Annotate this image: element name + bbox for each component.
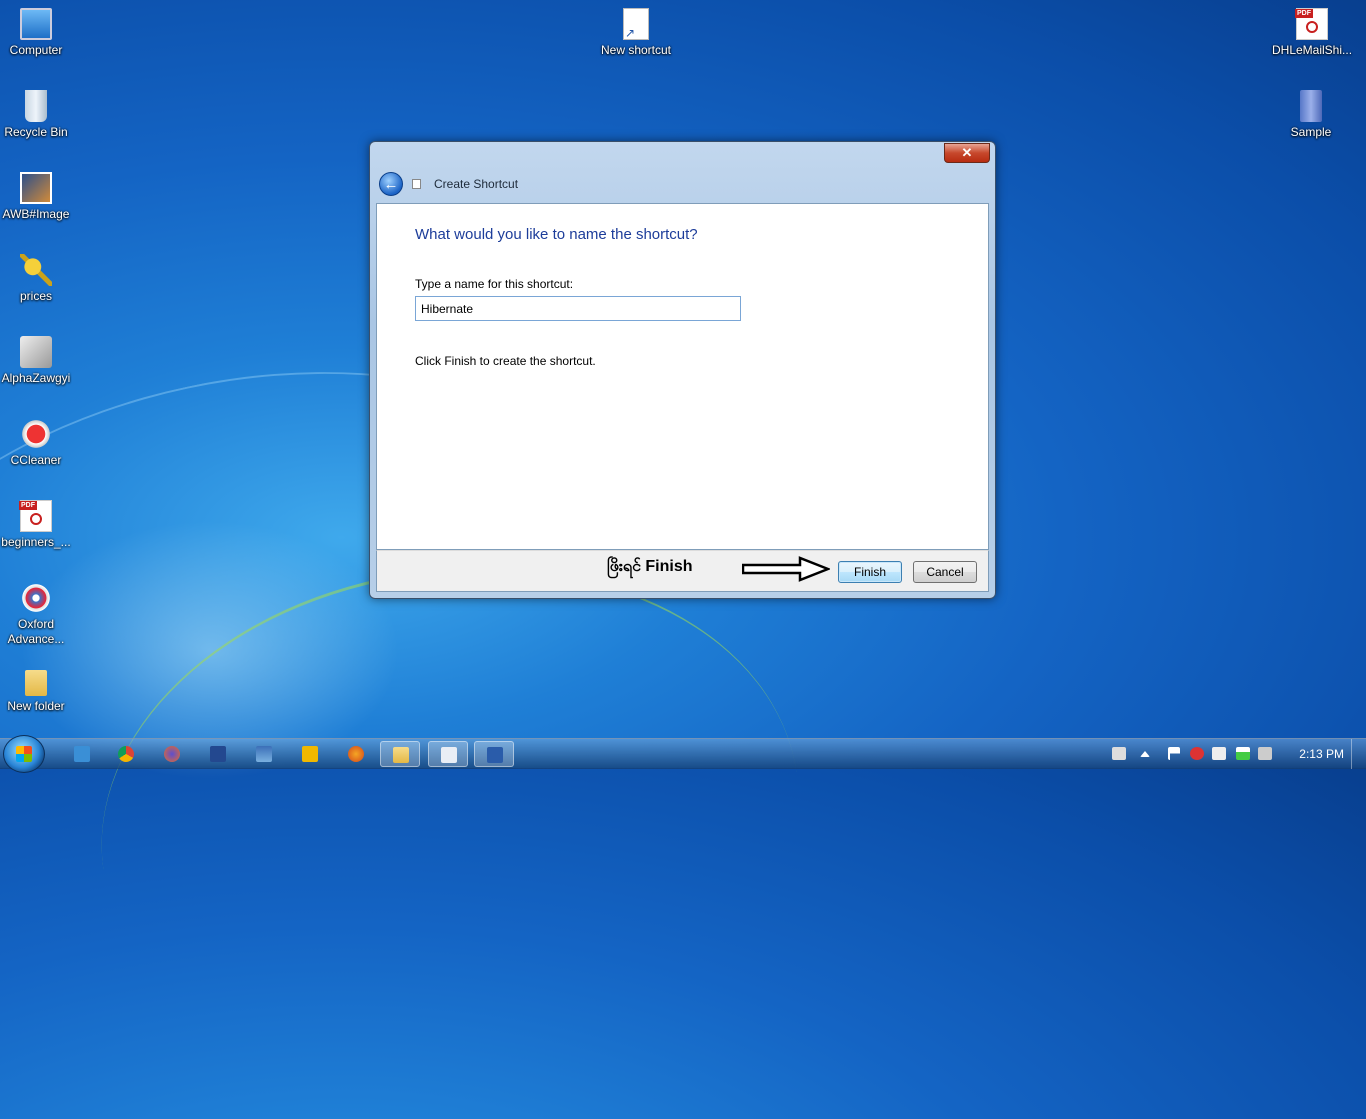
pdf-icon bbox=[1295, 8, 1328, 40]
keyboard-icon[interactable] bbox=[1112, 747, 1126, 760]
device-icon[interactable] bbox=[1212, 747, 1226, 760]
annotation-text: ဖြိးရင် Finish bbox=[607, 558, 693, 575]
taskbar-item-image-viewer[interactable] bbox=[244, 741, 284, 767]
dictionary-icon bbox=[20, 582, 52, 614]
desktop-icon-prices[interactable]: prices bbox=[0, 254, 74, 304]
ccleaner-icon bbox=[20, 418, 52, 450]
desktop-icon-new-shortcut[interactable]: New shortcut bbox=[598, 8, 674, 58]
app-icon bbox=[20, 336, 52, 368]
taskbar-item-word-document[interactable] bbox=[474, 741, 514, 767]
word-document-icon bbox=[487, 747, 503, 763]
desktop-icon-label: Recycle Bin bbox=[4, 125, 68, 139]
taskbar-item-explorer[interactable] bbox=[380, 741, 420, 767]
desktop-icon-ccleaner[interactable]: CCleaner bbox=[0, 418, 74, 468]
shortcut-small-icon bbox=[412, 179, 421, 189]
key-icon bbox=[20, 254, 52, 286]
close-button[interactable]: ✕ bbox=[944, 143, 990, 163]
shortcut-name-input[interactable] bbox=[415, 296, 741, 321]
recycle-bin-icon bbox=[25, 90, 47, 122]
finish-hint: Click Finish to create the shortcut. bbox=[415, 354, 596, 368]
finish-button[interactable]: Finish bbox=[838, 561, 902, 583]
show-desktop-button[interactable] bbox=[1351, 739, 1366, 769]
image-viewer-icon bbox=[256, 746, 272, 762]
taskbar-item-firefox-orange[interactable] bbox=[336, 741, 376, 767]
desktop-icon-label: DHLeMailShi... bbox=[1272, 43, 1353, 57]
tray-expand-icon[interactable] bbox=[1140, 751, 1150, 757]
taskbar-item-notepad[interactable] bbox=[428, 741, 468, 767]
desktop-icon-computer[interactable]: Computer bbox=[0, 8, 74, 58]
desktop-icon-label: beginners_... bbox=[1, 535, 71, 549]
desktop-icon-beginners-pdf[interactable]: beginners_... bbox=[0, 500, 74, 550]
dialog-title: Create Shortcut bbox=[434, 177, 519, 191]
taskbar-item-word[interactable] bbox=[198, 741, 238, 767]
taskbar-item-outlook[interactable] bbox=[290, 741, 330, 767]
firefox-orange-icon bbox=[348, 746, 364, 762]
desktop-icon-sample[interactable]: Sample bbox=[1273, 90, 1349, 140]
firefox-icon bbox=[164, 746, 180, 762]
mb-app-icon bbox=[74, 746, 90, 762]
taskbar-item-chrome[interactable] bbox=[106, 741, 146, 767]
folder-icon bbox=[1300, 90, 1322, 122]
desktop-icon-label: Sample bbox=[1290, 125, 1332, 139]
desktop-icon-label: Oxford Advance... bbox=[7, 617, 65, 646]
name-field-label: Type a name for this shortcut: bbox=[415, 277, 574, 291]
desktop-icon-label: New folder bbox=[7, 699, 65, 713]
shortcut-icon bbox=[623, 8, 649, 40]
ccleaner-tray-icon[interactable] bbox=[1190, 747, 1204, 760]
explorer-icon bbox=[393, 747, 409, 763]
flag-icon[interactable] bbox=[1168, 747, 1180, 760]
desktop-icon-label: AlphaZawgyi bbox=[1, 371, 71, 385]
outlook-icon bbox=[302, 746, 318, 762]
pdf-icon bbox=[19, 500, 52, 532]
chrome-icon bbox=[118, 746, 134, 762]
desktop-icon-label: New shortcut bbox=[600, 43, 672, 57]
desktop-icon-label: CCleaner bbox=[10, 453, 62, 467]
desktop-icon-recycle-bin[interactable]: Recycle Bin bbox=[0, 90, 74, 140]
desktop-icon-label: Computer bbox=[9, 43, 63, 57]
image-icon bbox=[20, 172, 52, 204]
notepad-icon bbox=[441, 747, 457, 763]
desktop-icon-alphazawgyi[interactable]: AlphaZawgyi bbox=[0, 336, 74, 386]
taskbar: 2:13 PM bbox=[0, 735, 1366, 773]
volume-icon[interactable] bbox=[1258, 747, 1272, 760]
computer-icon bbox=[20, 8, 52, 40]
desktop-icon-dhl-pdf[interactable]: DHLeMailShi... bbox=[1272, 8, 1352, 58]
word-icon bbox=[210, 746, 226, 762]
cancel-button[interactable]: Cancel bbox=[913, 561, 977, 583]
arrow-annotation-icon bbox=[742, 556, 830, 582]
taskbar-clock[interactable]: 2:13 PM bbox=[1299, 747, 1344, 761]
create-shortcut-dialog: ✕ ← Create Shortcut What would you like … bbox=[369, 141, 996, 599]
back-button[interactable]: ← bbox=[379, 172, 403, 196]
desktop-icon-awb-image[interactable]: AWB#Image bbox=[0, 172, 74, 222]
taskbar-item-firefox[interactable] bbox=[152, 741, 192, 767]
network-icon[interactable] bbox=[1236, 747, 1250, 760]
dialog-heading: What would you like to name the shortcut… bbox=[415, 226, 698, 243]
desktop-icon-label: prices bbox=[19, 289, 52, 303]
dialog-footer: ဖြိးရင် Finish Finish Cancel bbox=[376, 550, 989, 592]
desktop-icon-oxford[interactable]: Oxford Advance... bbox=[0, 582, 74, 647]
dialog-content: What would you like to name the shortcut… bbox=[376, 203, 989, 550]
start-button[interactable] bbox=[3, 735, 45, 773]
taskbar-item-mb[interactable] bbox=[62, 741, 102, 767]
folder-icon bbox=[25, 670, 47, 696]
desktop-icon-label: AWB#Image bbox=[2, 207, 70, 221]
desktop-icon-new-folder[interactable]: New folder bbox=[0, 664, 74, 714]
